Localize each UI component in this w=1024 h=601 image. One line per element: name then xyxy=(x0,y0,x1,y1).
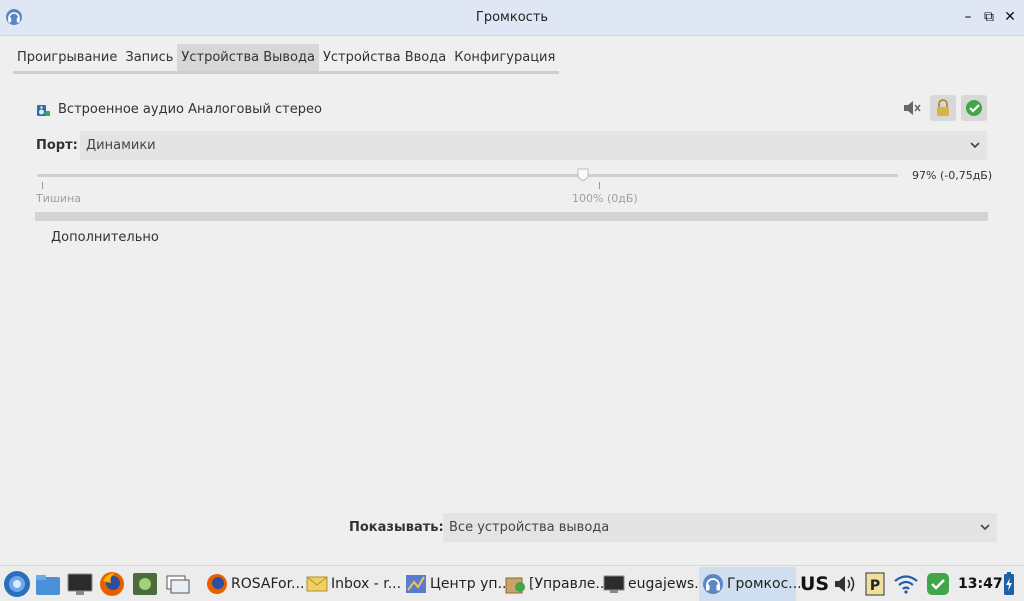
taskbar: ROSAFor... Inbox - r... Центр уп... [Упр… xyxy=(0,565,1024,601)
task-control-center[interactable]: Центр уп... xyxy=(402,567,511,601)
minimize-button[interactable]: – xyxy=(960,9,976,25)
system-monitor-icon[interactable] xyxy=(130,569,160,599)
device-header: Встроенное аудио Аналоговый стерео xyxy=(35,95,990,121)
port-row: Порт: Динамики xyxy=(35,131,987,160)
task-volume[interactable]: Громкос... xyxy=(699,567,802,601)
firefox-icon xyxy=(207,574,227,594)
port-select[interactable]: Динамики xyxy=(80,131,987,160)
tab-recording[interactable]: Запись xyxy=(121,44,177,71)
chevron-down-icon xyxy=(980,524,990,531)
terminal-icon xyxy=(603,575,625,593)
tab-input-devices[interactable]: Устройства Ввода xyxy=(319,44,450,71)
show-label: Показывать: xyxy=(349,520,444,535)
volume-tray-icon[interactable] xyxy=(830,569,860,599)
package-icon xyxy=(505,577,525,594)
task-label: Громкос... xyxy=(727,576,802,592)
clock[interactable]: 13:47 xyxy=(958,576,1003,592)
volume-readout: 97% (-0,75дБ) xyxy=(912,169,993,182)
task-rosaforum[interactable]: ROSAFor... xyxy=(203,567,305,601)
tick-silence-mark xyxy=(42,182,43,189)
updates-ok-icon[interactable] xyxy=(923,569,953,599)
window-title: Громкость xyxy=(475,10,549,25)
port-value: Динамики xyxy=(86,138,156,153)
show-select[interactable]: Все устройства вывода xyxy=(443,513,997,542)
set-default-device-icon[interactable] xyxy=(961,95,987,121)
task-label: Центр уп... xyxy=(430,576,511,592)
volume-slider-track[interactable] xyxy=(37,174,898,177)
start-menu-icon[interactable] xyxy=(2,569,32,599)
task-inbox[interactable]: Inbox - r... xyxy=(303,567,401,601)
parking-clipboard-icon[interactable]: P xyxy=(860,569,890,599)
tab-configuration[interactable]: Конфигурация xyxy=(450,44,559,71)
task-label: ROSAFor... xyxy=(231,576,305,592)
control-center-icon xyxy=(406,575,426,593)
tab-output-devices[interactable]: Устройства Вывода xyxy=(177,44,319,71)
tick-100-label: 100% (0дБ) xyxy=(572,192,638,205)
lock-channels-icon[interactable] xyxy=(930,95,956,121)
close-button[interactable]: ✕ xyxy=(1002,9,1018,25)
advanced-expander[interactable]: Дополнительно xyxy=(51,230,159,245)
section-separator xyxy=(35,212,988,221)
tab-bar: Проигрывание Запись Устройства Вывода Ус… xyxy=(13,44,560,74)
headphones-icon xyxy=(703,574,723,594)
task-label: eugajews... xyxy=(628,576,708,592)
file-manager-icon[interactable] xyxy=(33,569,63,599)
terminal-icon[interactable] xyxy=(65,569,95,599)
wifi-icon[interactable] xyxy=(891,569,921,599)
mail-icon xyxy=(306,576,328,592)
audio-card-icon xyxy=(37,105,50,116)
chevron-down-icon xyxy=(970,142,980,149)
restore-button[interactable]: ⧉ xyxy=(981,9,997,25)
window-titlebar[interactable]: Громкость – ⧉ ✕ xyxy=(0,0,1024,36)
task-label: [Управле... xyxy=(529,576,609,592)
battery-icon[interactable] xyxy=(997,569,1021,599)
device-name: Встроенное аудио Аналоговый стерео xyxy=(58,102,322,117)
tab-playback[interactable]: Проигрывание xyxy=(13,44,121,71)
task-package-manager[interactable]: [Управле... xyxy=(501,567,609,601)
firefox-launcher-icon[interactable] xyxy=(97,569,127,599)
mute-toggle-icon[interactable] xyxy=(899,95,925,121)
show-value: Все устройства вывода xyxy=(449,520,610,535)
volume-slider-handle[interactable] xyxy=(577,168,589,182)
task-terminal[interactable]: eugajews... xyxy=(600,567,708,601)
tick-100-mark xyxy=(599,182,600,189)
keyboard-layout-indicator[interactable]: US xyxy=(800,573,829,595)
svg-text:P: P xyxy=(870,578,880,594)
tick-silence-label: Тишина xyxy=(36,192,82,205)
task-label: Inbox - r... xyxy=(331,576,402,592)
show-desktop-icon[interactable] xyxy=(163,569,193,599)
port-label: Порт: xyxy=(36,138,78,153)
